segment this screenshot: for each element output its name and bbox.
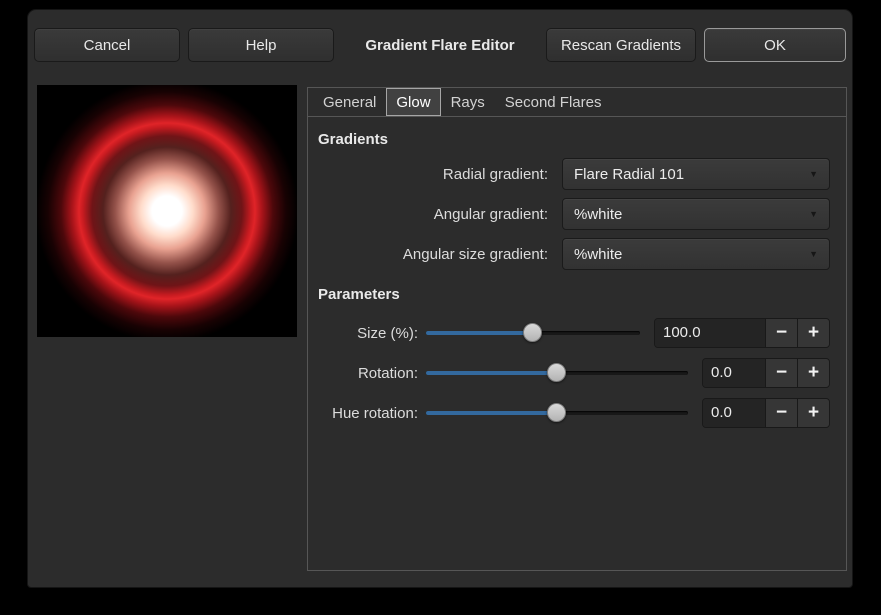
size-minus-button[interactable]: − bbox=[765, 319, 797, 347]
radial-gradient-label: Radial gradient: bbox=[318, 166, 562, 183]
hue-rotation-slider[interactable] bbox=[426, 393, 688, 433]
angular-gradient-dropdown[interactable]: %white ▼ bbox=[562, 198, 830, 230]
cancel-button[interactable]: Cancel bbox=[34, 28, 180, 62]
tab-rays[interactable]: Rays bbox=[441, 88, 495, 116]
rotation-value-field[interactable]: 0.0 bbox=[703, 359, 765, 387]
hue-rotation-spinbox: 0.0 − + bbox=[702, 398, 830, 428]
radial-gradient-row: Radial gradient: Flare Radial 101 ▼ bbox=[318, 158, 830, 190]
angular-gradient-value: %white bbox=[574, 206, 809, 223]
hue-rotation-minus-button[interactable]: − bbox=[765, 399, 797, 427]
rotation-slider[interactable] bbox=[426, 353, 688, 393]
tab-content-glow: Gradients Radial gradient: Flare Radial … bbox=[308, 117, 846, 433]
radial-gradient-dropdown[interactable]: Flare Radial 101 ▼ bbox=[562, 158, 830, 190]
tab-second-flares[interactable]: Second Flares bbox=[495, 88, 612, 116]
headerbar: Cancel Help Gradient Flare Editor Rescan… bbox=[28, 10, 852, 80]
angular-size-gradient-dropdown[interactable]: %white ▼ bbox=[562, 238, 830, 270]
rotation-row: Rotation: 0.0 − + bbox=[318, 353, 830, 393]
size-value-field[interactable]: 100.0 bbox=[655, 319, 765, 347]
rotation-slider-fill bbox=[426, 371, 557, 375]
angular-size-gradient-row: Angular size gradient: %white ▼ bbox=[318, 238, 830, 270]
size-spinbox: 100.0 − + bbox=[654, 318, 830, 348]
help-button[interactable]: Help bbox=[188, 28, 334, 62]
gradient-flare-editor-dialog: Cancel Help Gradient Flare Editor Rescan… bbox=[27, 9, 853, 588]
radial-gradient-value: Flare Radial 101 bbox=[574, 166, 809, 183]
chevron-down-icon: ▼ bbox=[809, 210, 818, 219]
size-row: Size (%): 100.0 − + bbox=[318, 313, 830, 353]
size-plus-button[interactable]: + bbox=[797, 319, 829, 347]
hue-rotation-plus-button[interactable]: + bbox=[797, 399, 829, 427]
tab-general[interactable]: General bbox=[313, 88, 386, 116]
rotation-label: Rotation: bbox=[318, 365, 418, 382]
tab-glow[interactable]: Glow bbox=[386, 88, 440, 116]
angular-size-gradient-value: %white bbox=[574, 246, 809, 263]
angular-gradient-row: Angular gradient: %white ▼ bbox=[318, 198, 830, 230]
rescan-gradients-button[interactable]: Rescan Gradients bbox=[546, 28, 696, 62]
ok-button[interactable]: OK bbox=[704, 28, 846, 62]
parameters-heading: Parameters bbox=[318, 286, 830, 303]
chevron-down-icon: ▼ bbox=[809, 170, 818, 179]
rotation-plus-button[interactable]: + bbox=[797, 359, 829, 387]
size-slider-handle[interactable] bbox=[523, 323, 542, 342]
notebook: General Glow Rays Second Flares Gradient… bbox=[307, 87, 847, 571]
hue-rotation-label: Hue rotation: bbox=[318, 405, 418, 422]
rotation-minus-button[interactable]: − bbox=[765, 359, 797, 387]
angular-size-gradient-label: Angular size gradient: bbox=[318, 246, 562, 263]
hue-rotation-slider-fill bbox=[426, 411, 557, 415]
chevron-down-icon: ▼ bbox=[809, 250, 818, 259]
hue-rotation-slider-handle[interactable] bbox=[547, 403, 566, 422]
headerbar-right-group: Rescan Gradients OK bbox=[546, 28, 846, 62]
rotation-slider-handle[interactable] bbox=[547, 363, 566, 382]
tab-bar: General Glow Rays Second Flares bbox=[308, 88, 846, 117]
hue-rotation-value-field[interactable]: 0.0 bbox=[703, 399, 765, 427]
flare-preview bbox=[37, 85, 297, 337]
size-slider[interactable] bbox=[426, 313, 640, 353]
size-slider-fill bbox=[426, 331, 533, 335]
size-label: Size (%): bbox=[318, 325, 418, 342]
headerbar-left-group: Cancel Help bbox=[34, 28, 334, 62]
gradients-heading: Gradients bbox=[318, 131, 830, 148]
flare-image bbox=[37, 85, 297, 337]
hue-rotation-row: Hue rotation: 0.0 − + bbox=[318, 393, 830, 433]
rotation-spinbox: 0.0 − + bbox=[702, 358, 830, 388]
angular-gradient-label: Angular gradient: bbox=[318, 206, 562, 223]
screen: Cancel Help Gradient Flare Editor Rescan… bbox=[0, 0, 881, 615]
